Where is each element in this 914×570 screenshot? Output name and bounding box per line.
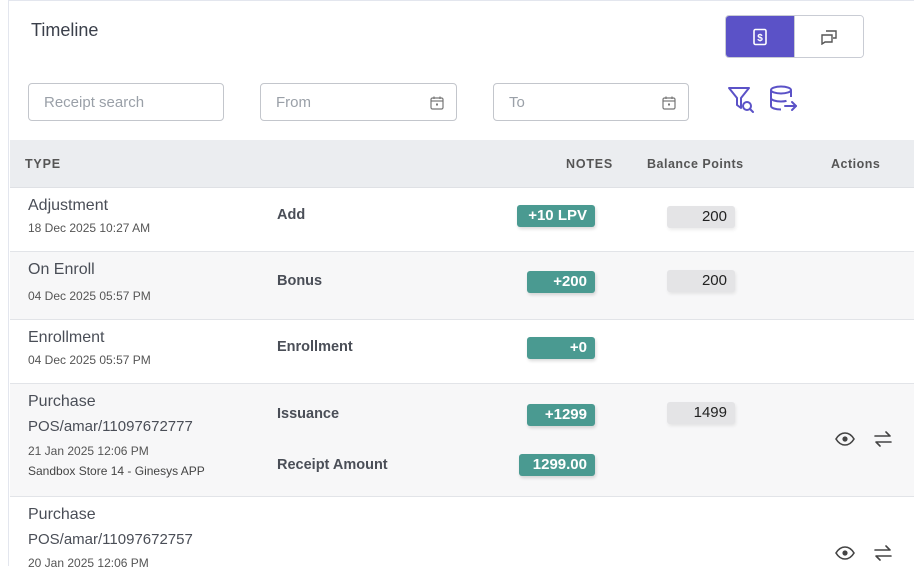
row-type: Enrollment — [28, 329, 105, 346]
row-note: Issuance — [277, 406, 340, 422]
view-toggle: $ — [725, 15, 864, 58]
points-badge: +10 LPV — [517, 205, 595, 227]
table-row: Purchase POS/amar/11097672757 20 Jan 202… — [10, 497, 914, 570]
row-type: Purchase — [28, 393, 96, 410]
exchange-arrows-icon[interactable] — [874, 545, 892, 561]
from-date-input[interactable] — [276, 93, 456, 111]
table-row: Purchase POS/amar/11097672777 21 Jan 202… — [10, 384, 914, 497]
column-header-notes: NOTES — [566, 157, 614, 171]
to-date-field — [493, 83, 689, 121]
receipt-search-input[interactable] — [44, 93, 223, 111]
balance-points: 200 — [667, 270, 735, 292]
row-type: Purchase — [28, 506, 96, 523]
row-date: 04 Dec 2025 05:57 PM — [28, 353, 151, 367]
column-header-actions: Actions — [831, 157, 881, 171]
exchange-arrows-icon[interactable] — [874, 431, 892, 447]
balance-points: 200 — [667, 206, 735, 228]
table-row: Enrollment 04 Dec 2025 05:57 PM Enrollme… — [10, 320, 914, 384]
receipt-search-field — [28, 83, 224, 121]
page-title: Timeline — [31, 20, 99, 40]
row-note: Bonus — [277, 273, 323, 289]
balance-points: 1499 — [667, 402, 735, 424]
calendar-icon[interactable] — [430, 96, 444, 110]
row-receipt-number[interactable]: POS/amar/11097672777 — [28, 418, 193, 435]
row-date: 18 Dec 2025 10:27 AM — [28, 221, 151, 235]
from-date-field — [260, 83, 457, 121]
calendar-icon[interactable] — [662, 96, 676, 110]
column-header-type: TYPE — [25, 157, 61, 171]
row-note: Enrollment — [277, 339, 353, 355]
row-note: Add — [277, 207, 306, 223]
receipt-dollar-icon: $ — [753, 28, 767, 45]
receipt-amount-badge: 1299.00 — [519, 454, 595, 476]
row-note-secondary: Receipt Amount — [277, 457, 388, 473]
points-badge: +1299 — [527, 404, 595, 426]
row-store: Sandbox Store 14 - Ginesys APP — [28, 464, 205, 478]
eye-icon[interactable] — [835, 432, 855, 446]
column-header-balance: Balance Points — [647, 157, 744, 171]
filter-search-icon[interactable] — [727, 86, 755, 114]
table-header: TYPE NOTES Balance Points Actions — [10, 140, 914, 188]
table-row: Adjustment 18 Dec 2025 10:27 AM Add +10 … — [10, 188, 914, 252]
points-badge: +200 — [527, 271, 595, 293]
points-badge: +0 — [527, 337, 595, 359]
table-row: On Enroll 04 Dec 2025 05:57 PM Bonus +20… — [10, 252, 914, 320]
row-date: 04 Dec 2025 05:57 PM — [28, 289, 151, 303]
conversations-view-button[interactable] — [794, 16, 863, 57]
row-receipt-number[interactable]: POS/amar/11097672757 — [28, 531, 193, 548]
row-date: 21 Jan 2025 12:06 PM — [28, 444, 149, 458]
row-type: Adjustment — [28, 197, 109, 214]
row-type: On Enroll — [28, 261, 95, 278]
transactions-view-button[interactable]: $ — [726, 16, 794, 57]
chat-bubbles-icon — [821, 29, 837, 45]
database-export-icon[interactable] — [769, 85, 799, 113]
svg-text:$: $ — [757, 33, 763, 44]
row-date: 20 Jan 2025 12:06 PM — [28, 556, 149, 570]
eye-icon[interactable] — [835, 546, 855, 560]
